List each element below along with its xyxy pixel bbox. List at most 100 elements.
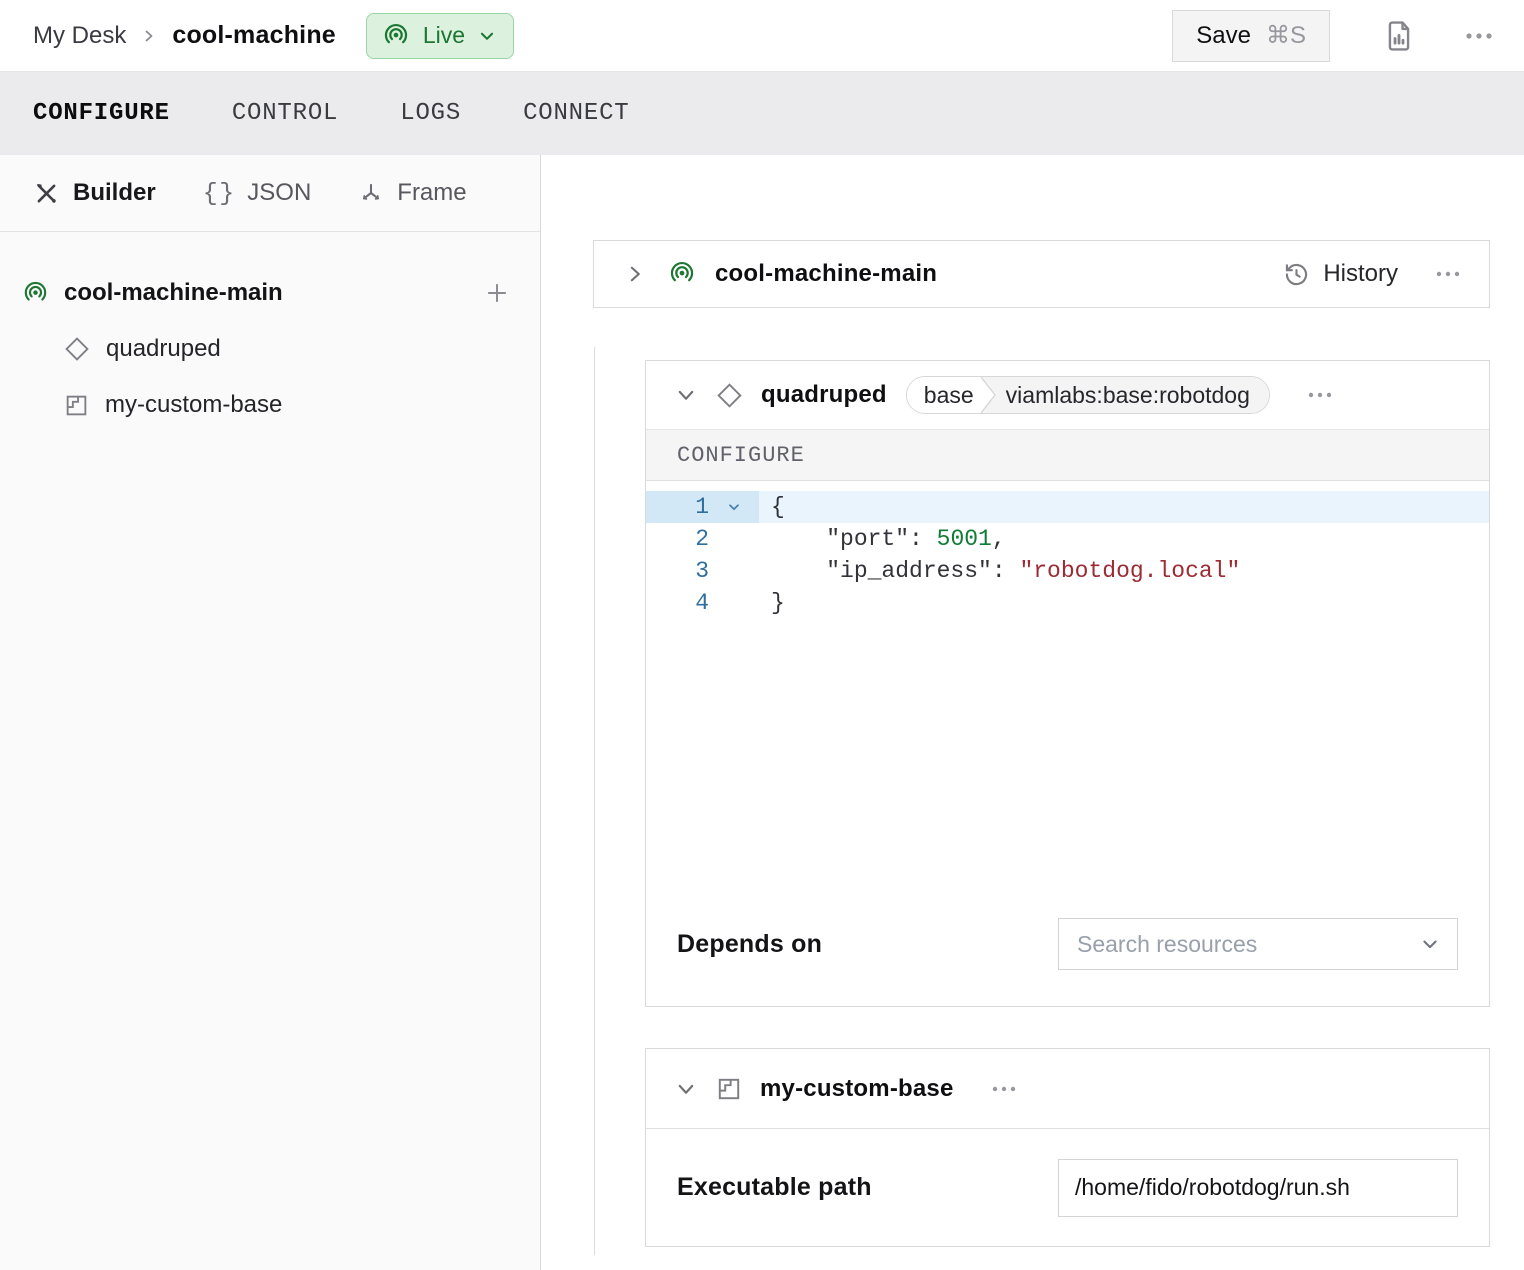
ellipsis-icon <box>1435 270 1461 278</box>
code-line-1[interactable]: 1 { <box>646 491 1489 523</box>
resource-tree: cool-machine-main quadruped <box>0 232 540 433</box>
module-card-menu-button[interactable] <box>991 1085 1017 1093</box>
content-area: Builder { } JSON Frame <box>0 155 1524 1270</box>
tree-item-machine-part[interactable]: cool-machine-main <box>0 265 540 321</box>
badge-type-label: base <box>907 377 981 413</box>
executable-path-label: Executable path <box>677 1173 872 1202</box>
code-line-3[interactable]: 3 "ip_address": "robotdog.local" <box>646 555 1489 587</box>
chevron-down-icon <box>478 27 496 45</box>
tools-icon <box>33 180 60 207</box>
fold-chevron-icon[interactable] <box>709 491 759 523</box>
depends-on-label: Depends on <box>677 930 822 959</box>
code-text: "port": 5001, <box>759 523 1006 555</box>
ellipsis-icon <box>1464 31 1494 41</box>
config-panel: cool-machine-main History <box>541 155 1524 1270</box>
badge-model-label: viamlabs:base:robotdog <box>996 377 1269 413</box>
view-mode-switch: Builder { } JSON Frame <box>0 155 540 232</box>
quadruped-card: quadruped base viamlabs:base:robotdog CO… <box>645 360 1490 1007</box>
configure-section-label: CONFIGURE <box>677 443 805 468</box>
configure-section-header: CONFIGURE <box>646 429 1489 481</box>
top-bar: My Desk cool-machine Live Save ⌘S <box>0 0 1524 72</box>
tab-logs[interactable]: LOGS <box>400 100 461 127</box>
machine-report-button[interactable] <box>1382 17 1416 55</box>
gutter-line-2: 2 <box>646 523 759 555</box>
frame-axes-icon <box>358 180 384 206</box>
mode-frame-label: Frame <box>397 179 466 207</box>
code-line-2[interactable]: 2 "port": 5001, <box>646 523 1489 555</box>
code-line-4[interactable]: 4 } <box>646 587 1489 619</box>
breadcrumb-parent[interactable]: My Desk <box>33 22 126 50</box>
main-tab-bar: CONFIGURE CONTROL LOGS CONNECT <box>0 72 1524 155</box>
tree-connector-line <box>594 347 595 1255</box>
expand-machine-card-button[interactable] <box>625 264 645 284</box>
machine-status-dropdown[interactable]: Live <box>366 13 514 59</box>
topbar-actions: Save ⌘S <box>1172 10 1494 62</box>
gutter-line-3: 3 <box>646 555 759 587</box>
diamond-component-icon <box>716 382 743 409</box>
collapse-quadruped-button[interactable] <box>676 385 696 405</box>
tab-connect[interactable]: CONNECT <box>523 100 629 127</box>
tab-configure[interactable]: CONFIGURE <box>33 100 170 127</box>
breadcrumb: My Desk cool-machine <box>33 21 336 50</box>
module-icon <box>716 1076 742 1102</box>
history-icon <box>1283 261 1310 288</box>
json-attributes-editor[interactable]: 1 { 2 "port": 5001, <box>646 481 1489 619</box>
save-shortcut: ⌘S <box>1266 21 1306 50</box>
code-text: { <box>759 491 785 523</box>
status-badge-label: Live <box>423 22 465 49</box>
line-number: 3 <box>646 555 709 587</box>
collapse-module-button[interactable] <box>676 1079 696 1099</box>
depends-on-row: Depends on Search resources <box>646 918 1489 1006</box>
mode-frame[interactable]: Frame <box>358 179 466 207</box>
module-card-header: my-custom-base <box>646 1049 1489 1129</box>
mode-json[interactable]: { } JSON <box>203 179 312 208</box>
machine-card-menu-button[interactable] <box>1435 270 1461 278</box>
live-broadcast-icon <box>382 22 410 50</box>
chevron-down-icon <box>676 385 696 405</box>
file-chart-icon <box>1382 17 1416 55</box>
history-button[interactable]: History <box>1283 260 1398 288</box>
quadruped-card-menu-button[interactable] <box>1307 391 1333 399</box>
history-label: History <box>1323 260 1398 288</box>
braces-icon: { } <box>203 179 235 208</box>
mode-json-label: JSON <box>247 179 311 207</box>
badge-divider-icon <box>981 377 997 413</box>
plus-icon <box>484 280 510 306</box>
chevron-down-icon <box>676 1079 696 1099</box>
sidebar: Builder { } JSON Frame <box>0 155 541 1270</box>
ellipsis-icon <box>1307 391 1333 399</box>
topbar-menu-button[interactable] <box>1464 31 1494 41</box>
executable-path-input[interactable] <box>1058 1159 1458 1217</box>
breadcrumb-current: cool-machine <box>172 21 336 50</box>
module-card: my-custom-base Executable path <box>645 1048 1490 1247</box>
mode-builder-label: Builder <box>73 179 156 207</box>
quadruped-card-header: quadruped base viamlabs:base:robotdog <box>646 361 1489 429</box>
tab-control[interactable]: CONTROL <box>232 100 338 127</box>
machine-part-title: cool-machine-main <box>715 260 937 288</box>
line-number: 2 <box>646 523 709 555</box>
tree-machine-label: cool-machine-main <box>64 279 283 307</box>
broadcast-icon <box>668 260 696 288</box>
gutter-line-1: 1 <box>646 491 759 523</box>
module-title: my-custom-base <box>760 1075 954 1103</box>
tree-module-label: my-custom-base <box>105 391 282 419</box>
tree-item-my-custom-base[interactable]: my-custom-base <box>0 377 540 433</box>
ellipsis-icon <box>991 1085 1017 1093</box>
module-card-body: Executable path <box>646 1129 1489 1246</box>
tree-item-quadruped[interactable]: quadruped <box>0 321 540 377</box>
chevron-right-icon <box>625 264 645 284</box>
depends-on-placeholder: Search resources <box>1077 931 1257 958</box>
string-token: "robotdog.local" <box>1019 558 1240 584</box>
number-token: 5001 <box>937 526 992 552</box>
quadruped-title: quadruped <box>761 381 887 409</box>
chevron-right-icon <box>141 28 157 44</box>
mode-builder[interactable]: Builder <box>33 179 156 207</box>
component-type-badge: base viamlabs:base:robotdog <box>906 376 1270 414</box>
line-number: 1 <box>646 491 709 523</box>
line-number: 4 <box>646 587 709 619</box>
save-button[interactable]: Save ⌘S <box>1172 10 1330 62</box>
diamond-component-icon <box>64 336 90 362</box>
depends-on-select[interactable]: Search resources <box>1058 918 1458 970</box>
code-text: "ip_address": "robotdog.local" <box>759 555 1240 587</box>
add-component-button[interactable] <box>484 280 510 306</box>
